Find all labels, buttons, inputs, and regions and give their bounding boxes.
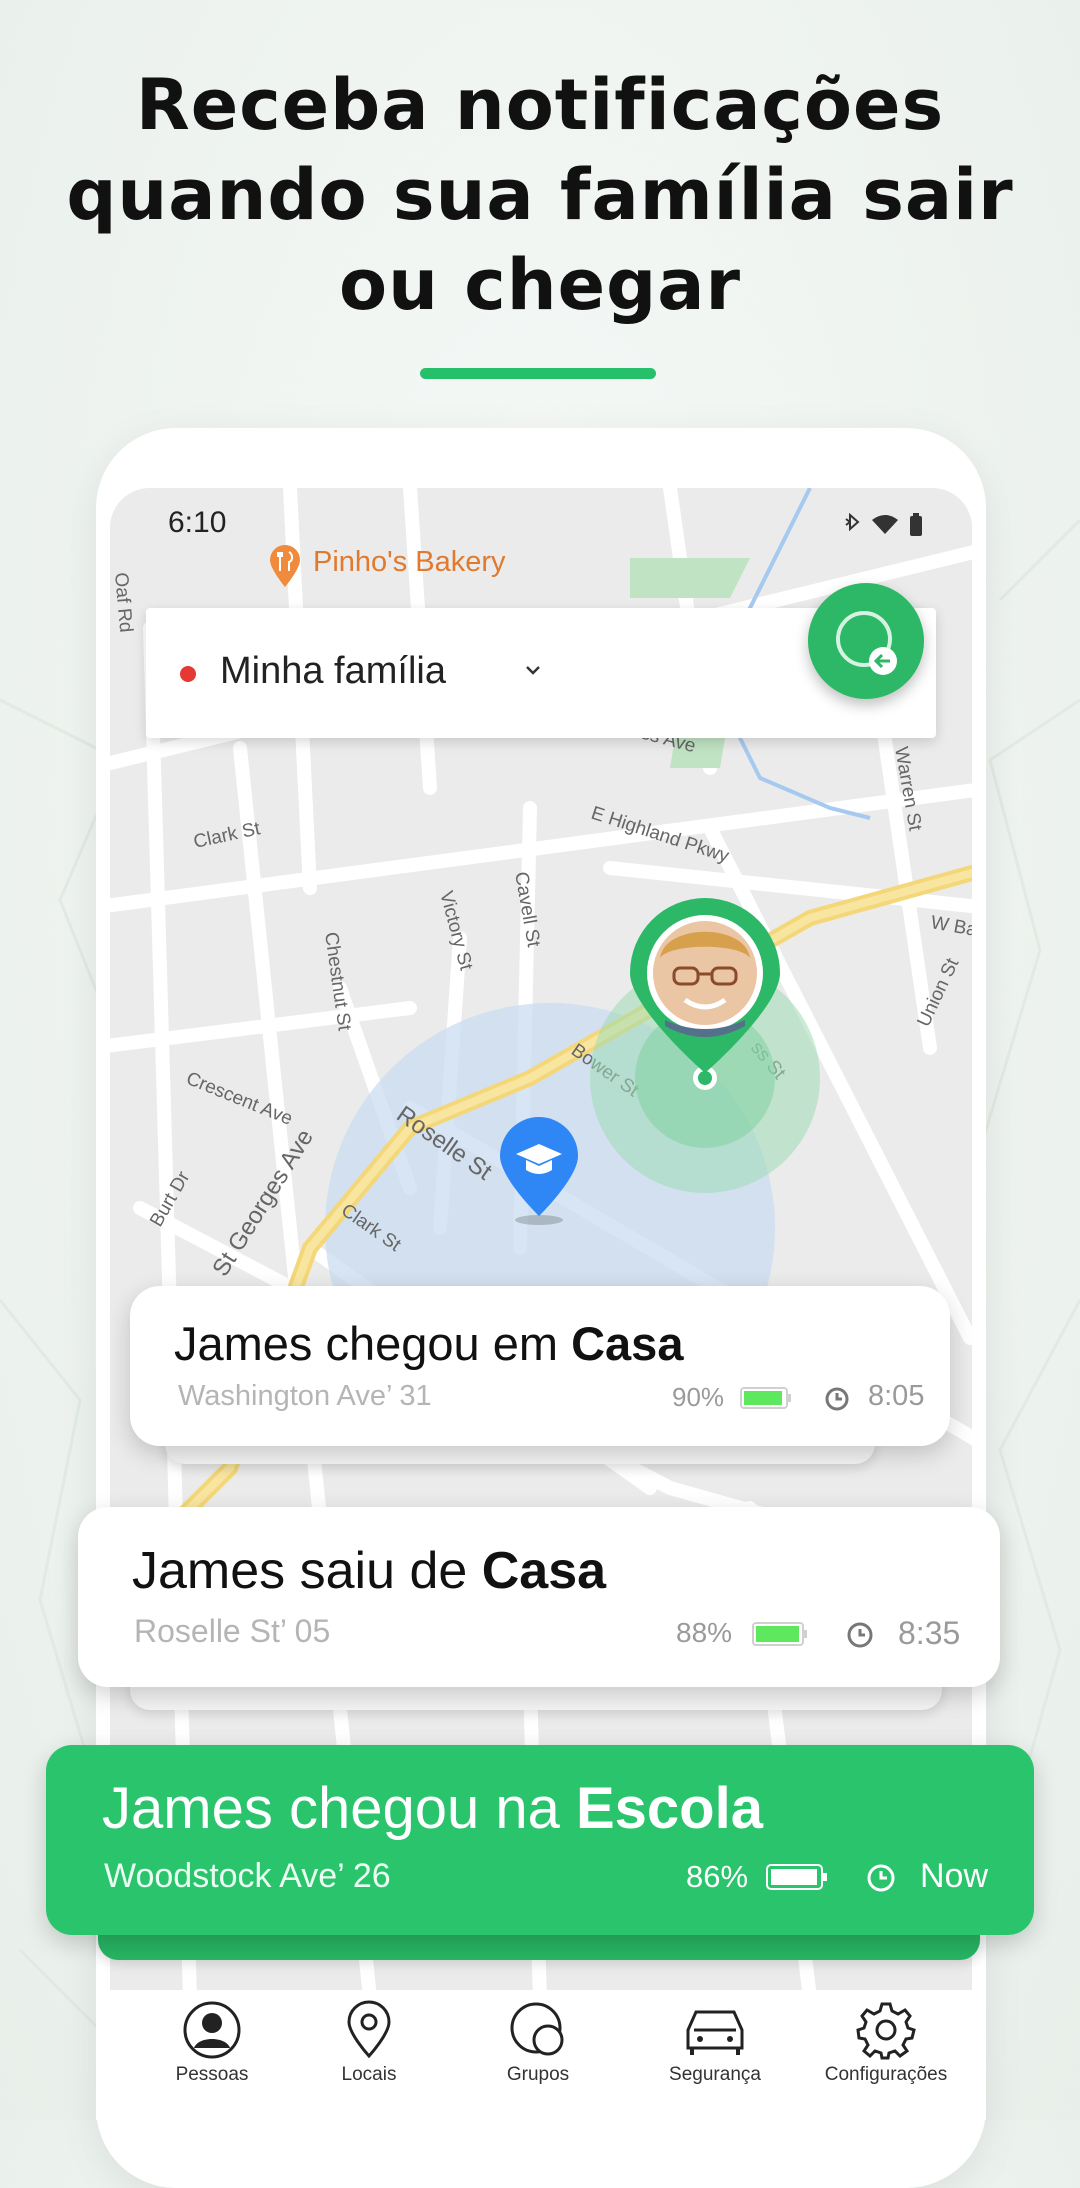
tab-configuracoes[interactable]: Configurações	[806, 2000, 966, 2086]
chevron-down-icon	[526, 666, 540, 675]
notification-arrived-school[interactable]: James chegou na Escola Woodstock Ave’ 26…	[46, 1745, 1034, 1935]
person-avatar-marker[interactable]	[630, 898, 780, 1078]
notification-time: Now	[920, 1857, 989, 1895]
headline-underline	[420, 368, 656, 379]
notification-title: James saiu de Casa	[132, 1541, 606, 1601]
refresh-location-icon	[836, 611, 897, 675]
restaurant-pin-icon[interactable]	[268, 543, 302, 587]
notification-address: Roselle St’ 05	[134, 1613, 331, 1649]
battery-icon	[752, 1622, 807, 1646]
clock-icon	[847, 1622, 873, 1648]
notification-time: 8:35	[898, 1615, 961, 1651]
notification-arrived-home[interactable]: James chegou em Casa Washington Ave’ 31 …	[130, 1286, 950, 1446]
location-pin-icon	[347, 2000, 391, 2059]
tab-seguranca[interactable]: Segurança	[635, 2000, 795, 2086]
tab-label: Pessoas	[175, 2064, 249, 2085]
tab-label: Locais	[341, 2064, 397, 2085]
notification-place: Casa	[571, 1317, 684, 1370]
battery-icon	[766, 1864, 827, 1890]
alert-dot	[180, 666, 196, 682]
notification-title: James chegou em Casa	[174, 1316, 683, 1371]
notification-address: Washington Ave’ 31	[178, 1380, 432, 1412]
car-icon	[686, 2010, 744, 2055]
notification-left-home[interactable]: James saiu de Casa Roselle St’ 05 88% 8:…	[78, 1507, 1000, 1687]
tab-label: Grupos	[506, 2064, 570, 2085]
tab-grupos[interactable]: Grupos	[458, 2000, 618, 2086]
battery-percent: 90%	[672, 1382, 725, 1412]
battery-percent: 88%	[676, 1617, 733, 1648]
notification-title: James chegou na Escola	[102, 1775, 763, 1842]
tab-pessoas[interactable]: Pessoas	[132, 2000, 292, 2086]
notification-place: Escola	[575, 1776, 763, 1841]
headline: Receba notificações quando sua família s…	[0, 60, 1080, 330]
notification-title-prefix: James chegou na	[102, 1776, 576, 1841]
person-icon	[183, 2001, 241, 2059]
notification-address: Woodstock Ave’ 26	[104, 1857, 391, 1895]
clock-icon	[867, 1864, 895, 1892]
status-time: 6:10	[168, 506, 227, 539]
notification-title-prefix: James saiu de	[132, 1542, 482, 1600]
school-marker-icon[interactable]	[498, 1116, 580, 1226]
place-label-bakery[interactable]: Pinho's Bakery	[313, 546, 506, 579]
check-in-button[interactable]	[808, 583, 924, 699]
tab-label: Configurações	[824, 2064, 948, 2085]
headline-line-3: ou chegar	[339, 244, 741, 326]
groups-icon	[510, 2002, 564, 2056]
tab-locais[interactable]: Locais	[289, 2000, 449, 2086]
bottom-tab-bar: Pessoas Locais Grupos Segurança Configur…	[96, 1990, 986, 2120]
notification-title-prefix: James chegou em	[174, 1317, 572, 1370]
notification-place: Casa	[481, 1542, 607, 1600]
tab-label: Segurança	[669, 2064, 761, 2085]
battery-percent: 86%	[686, 1859, 749, 1894]
clock-icon	[825, 1387, 849, 1411]
status-icons	[845, 512, 922, 536]
family-label: Minha família	[220, 650, 446, 692]
battery-icon	[740, 1387, 791, 1409]
gear-icon	[856, 2002, 916, 2060]
notification-time: 8:05	[868, 1380, 925, 1412]
headline-line-2: quando sua família sair	[66, 154, 1014, 236]
headline-line-1: Receba notificações	[135, 64, 945, 146]
